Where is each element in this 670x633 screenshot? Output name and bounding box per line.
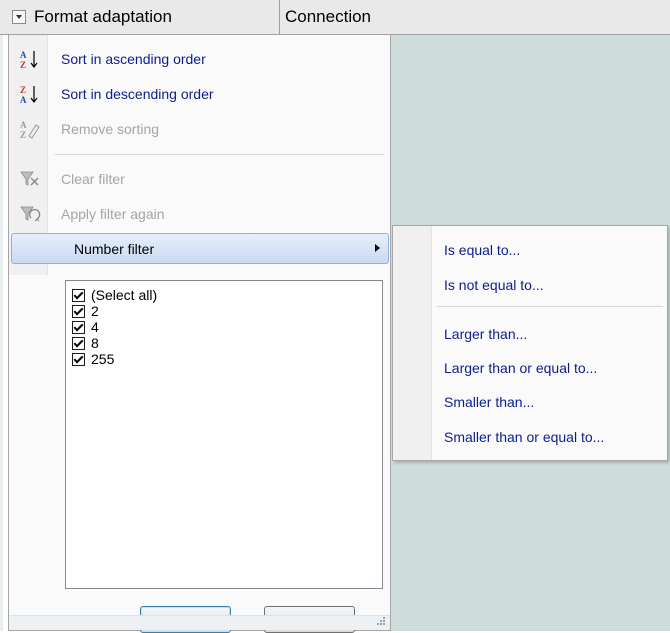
filter-dropdown-arrow-icon[interactable] [12,10,26,24]
menu-item-apply-filter-again: Apply filter again [9,198,390,230]
svg-text:A: A [20,50,27,60]
sort-ascending-icon: A Z [20,50,38,69]
submenu-item-larger-than[interactable]: Larger than... [444,326,527,342]
menu-item-label: Sort in descending order [61,86,214,102]
column-header-connection[interactable]: Connection [281,0,670,34]
list-item-label: 2 [91,303,99,319]
svg-text:Z: Z [20,130,26,139]
submenu-item-is-equal[interactable]: Is equal to... [444,242,520,258]
column-header-bar: Format adaptation Connection [0,0,670,35]
column-header-label: Format adaptation [34,7,172,26]
remove-sorting-icon: A Z [20,120,40,139]
menu-item-number-filter[interactable]: Number filter [11,233,389,264]
submenu-icon-gutter [393,226,432,460]
svg-text:A: A [20,95,27,104]
filter-dropdown-menu: A Z Sort in ascending order Z A Sort in … [8,35,391,633]
column-header-format-adaptation[interactable]: Format adaptation [0,0,280,34]
menu-separator [55,154,384,155]
checkbox-checked-icon[interactable] [72,352,85,366]
list-item-label: 8 [91,335,99,351]
submenu-item-larger-or-equal[interactable]: Larger than or equal to... [444,360,597,376]
menu-item-label: Clear filter [61,171,125,187]
sort-descending-icon: Z A [20,85,38,104]
menu-item-label: Remove sorting [61,121,160,137]
menu-item-label: Number filter [74,240,155,257]
menu-item-sort-ascending[interactable]: A Z Sort in ascending order [9,43,390,75]
list-item[interactable]: 2 [72,303,99,319]
svg-text:A: A [20,120,27,130]
menu-resize-strip [9,615,390,630]
menu-item-remove-sorting: A Z Remove sorting [9,113,390,145]
svg-text:Z: Z [20,60,26,69]
number-filter-submenu: Is equal to... Is not equal to... Larger… [392,225,668,461]
submenu-separator [437,306,663,307]
submenu-item-smaller-than[interactable]: Smaller than... [444,394,534,410]
submenu-item-is-not-equal[interactable]: Is not equal to... [444,277,544,293]
list-item-label: 4 [91,319,99,335]
grid-left-edge [0,35,3,631]
checkbox-checked-icon[interactable] [72,336,85,350]
menu-item-sort-descending[interactable]: Z A Sort in descending order [9,78,390,110]
filter-value-list[interactable]: (Select all) 2 4 8 255 [65,280,383,589]
clear-filter-icon [20,171,39,186]
menu-item-label: Apply filter again [61,206,165,222]
checkbox-checked-icon[interactable] [72,320,85,334]
list-item[interactable]: 8 [72,335,99,351]
submenu-arrow-icon [375,244,380,252]
list-item[interactable]: (Select all) [72,287,157,303]
checkbox-checked-icon[interactable] [72,288,85,302]
column-header-label: Connection [285,7,372,26]
menu-item-label: Sort in ascending order [61,51,206,67]
list-item[interactable]: 255 [72,351,114,367]
menu-item-clear-filter: Clear filter [9,163,390,195]
resize-grip-icon[interactable] [376,616,386,626]
list-item-label: (Select all) [91,287,158,303]
list-item-label: 255 [91,351,115,367]
list-item[interactable]: 4 [72,319,99,335]
svg-text:Z: Z [20,85,26,95]
checkbox-checked-icon[interactable] [72,304,85,318]
submenu-item-smaller-or-equal[interactable]: Smaller than or equal to... [444,429,604,445]
apply-filter-icon [20,206,41,222]
